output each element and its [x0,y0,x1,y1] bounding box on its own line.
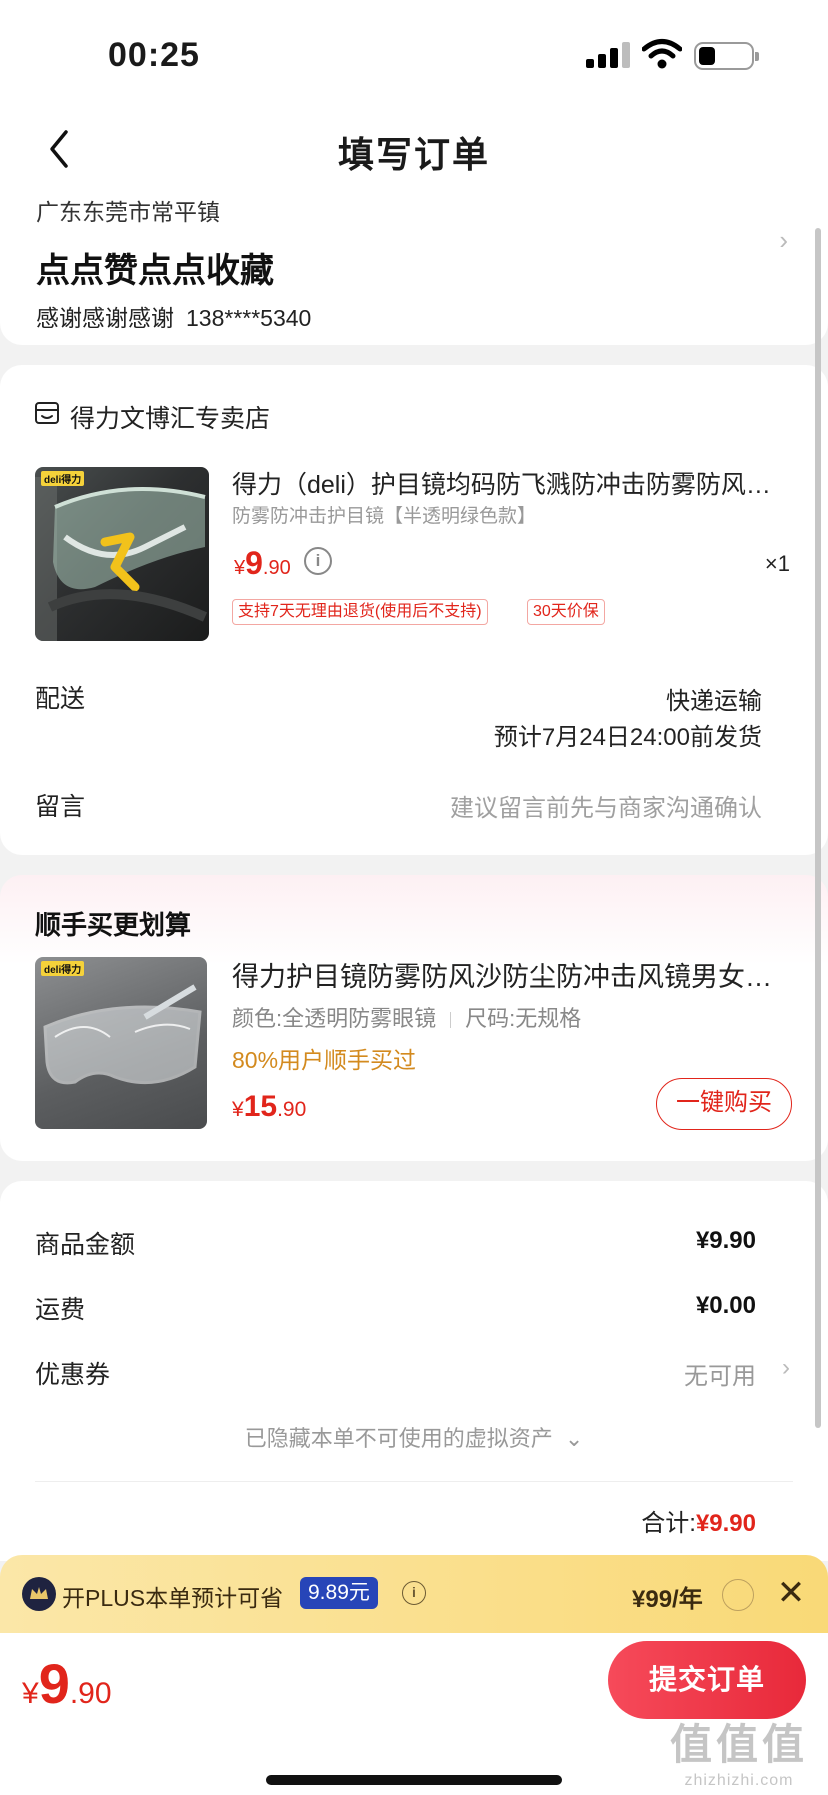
bottom-price-decimal: .90 [69,1677,112,1710]
addon-product-name[interactable]: 得力护目镜防雾防风沙防尘防冲击风镜男女… [232,955,792,994]
close-icon[interactable]: ✕ [775,1575,807,1613]
addon-product-image[interactable]: deli得力 [35,957,207,1129]
addon-brand-logo: deli得力 [41,961,85,976]
chevron-right-icon[interactable]: › [782,1354,790,1382]
message-label: 留言 [35,793,86,821]
plus-promo-text: 开PLUS本单预计可省 [62,1585,284,1611]
addon-price-symbol: ¥ [232,1098,244,1121]
price-symbol: ¥ [234,557,246,579]
contact-name: 感谢感谢感谢 [36,305,174,331]
submit-order-button[interactable]: 提交订单 [608,1641,806,1719]
addon-spec-size: 尺码:无规格 [465,1006,582,1031]
clear-goggles-illustration [43,984,202,1085]
battery-icon [694,42,759,70]
scrollbar[interactable] [815,228,821,1428]
total-value: ¥9.90 [695,1510,756,1537]
summary-card: 商品金额 ¥9.90 运费 ¥0.00 优惠券 无可用 › 已隐藏本单不可使用的… [0,1181,828,1561]
order-total: 合计:¥9.90 [641,1503,756,1538]
address-card[interactable]: 广东东莞市常平镇 点点赞点点收藏 感谢感谢感谢 138****5340 › [0,185,828,345]
coupon-label: 优惠券 [35,1361,111,1389]
price-integer: 9 [245,545,263,581]
watermark-url: zhizhizhi.com [684,1772,794,1789]
addon-price-decimal: .90 [277,1098,307,1121]
info-icon[interactable]: i [402,1581,426,1605]
shop-icon [35,402,59,424]
total-label: 合计: [641,1510,696,1537]
goods-amount-value: ¥9.90 [695,1227,756,1254]
status-bar: 00:25 [0,0,828,110]
plus-promo-bar[interactable]: 开PLUS本单预计可省 9.89元 i ¥99/年 ✕ [0,1555,828,1633]
addon-card: 顺手买更划算 deli得力 得力护目镜防雾防风沙防尘防冲击风镜男女… 颜色:全透… [0,875,828,1161]
info-icon[interactable]: i [304,547,332,575]
return-policy-tag: 支持7天无理由退货(使用后不支持) [232,599,488,625]
address-contact: 感谢感谢感谢 138****5340 [36,299,311,333]
divider [35,1481,793,1482]
product-quantity: ×1 [764,551,790,576]
shipping-value: ¥0.00 [695,1292,756,1319]
delivery-eta: 预计7月24日24:00前发货 [493,724,762,751]
addon-title: 顺手买更划算 [35,910,192,940]
cellular-signal-icon [586,42,630,68]
delivery-label: 配送 [35,685,86,713]
bottom-price-symbol: ¥ [22,1677,39,1710]
bottom-price: ¥9.90 [22,1651,112,1716]
hidden-assets-toggle[interactable]: 已隐藏本单不可使用的虚拟资产 ⌄ [0,1421,828,1453]
page-title: 填写订单 [337,134,490,175]
plus-crown-icon [22,1577,56,1611]
home-indicator[interactable] [266,1775,562,1785]
contact-phone: 138****5340 [186,305,312,331]
coupon-value[interactable]: 无可用 [684,1356,756,1391]
message-input[interactable]: 建议留言前先与商家沟通确认 [450,788,762,823]
addon-buyers: 80%用户顺手买过 [232,1047,417,1073]
address-detail: 点点赞点点收藏 [36,252,274,290]
order-card: 得力文博汇专卖店 deli得力 得力（deli）护目镜均码防飞溅防冲击防雾防风…… [0,365,828,855]
brand-logo: deli得力 [41,471,85,486]
bottom-price-integer: 9 [38,1652,70,1715]
plus-save-badge: 9.89元 [300,1577,378,1609]
addon-spec: 颜色:全透明防雾眼镜 尺码:无规格 [232,1001,581,1033]
goods-amount-label: 商品金额 [35,1231,136,1259]
watermark-text: 值值值 [669,1721,808,1768]
shipping-label: 运费 [35,1296,86,1324]
one-click-buy-button[interactable]: 一键购买 [656,1078,792,1130]
product-spec: 防雾防冲击护目镜【半透明绿色款】 [232,506,537,527]
product-image[interactable]: deli得力 [35,467,209,641]
price-protection-tag: 30天价保 [527,599,605,625]
status-time: 00:25 [108,36,200,74]
product-price: ¥9.90 [234,545,291,582]
price-decimal: .90 [262,557,291,579]
wifi-icon [642,39,682,69]
delivery-method[interactable]: 快递运输 [666,681,762,716]
checkout-bar: ¥9.90 提交订单 值值值 zhizhizhi.com [0,1633,828,1795]
plus-select-radio[interactable] [722,1579,754,1611]
hidden-assets-text: 已隐藏本单不可使用的虚拟资产 [244,1426,553,1451]
addon-price-integer: 15 [243,1090,278,1123]
chevron-down-icon: ⌄ [564,1426,584,1451]
addon-spec-color: 颜色:全透明防雾眼镜 [232,1006,437,1031]
addon-price: ¥15.90 [232,1090,306,1124]
nav-bar: 填写订单 [0,110,828,190]
product-title[interactable]: 得力（deli）护目镜均码防飞溅防冲击防雾防风… [232,465,777,501]
address-region: 广东东莞市常平镇 [36,199,220,225]
watermark: 值值值 zhizhizhi.com [670,1711,808,1790]
plus-price: ¥99/年 [632,1586,703,1613]
chevron-right-icon: › [779,225,788,255]
shop-name[interactable]: 得力文博汇专卖店 [70,399,270,435]
goggles-illustration [35,477,208,641]
